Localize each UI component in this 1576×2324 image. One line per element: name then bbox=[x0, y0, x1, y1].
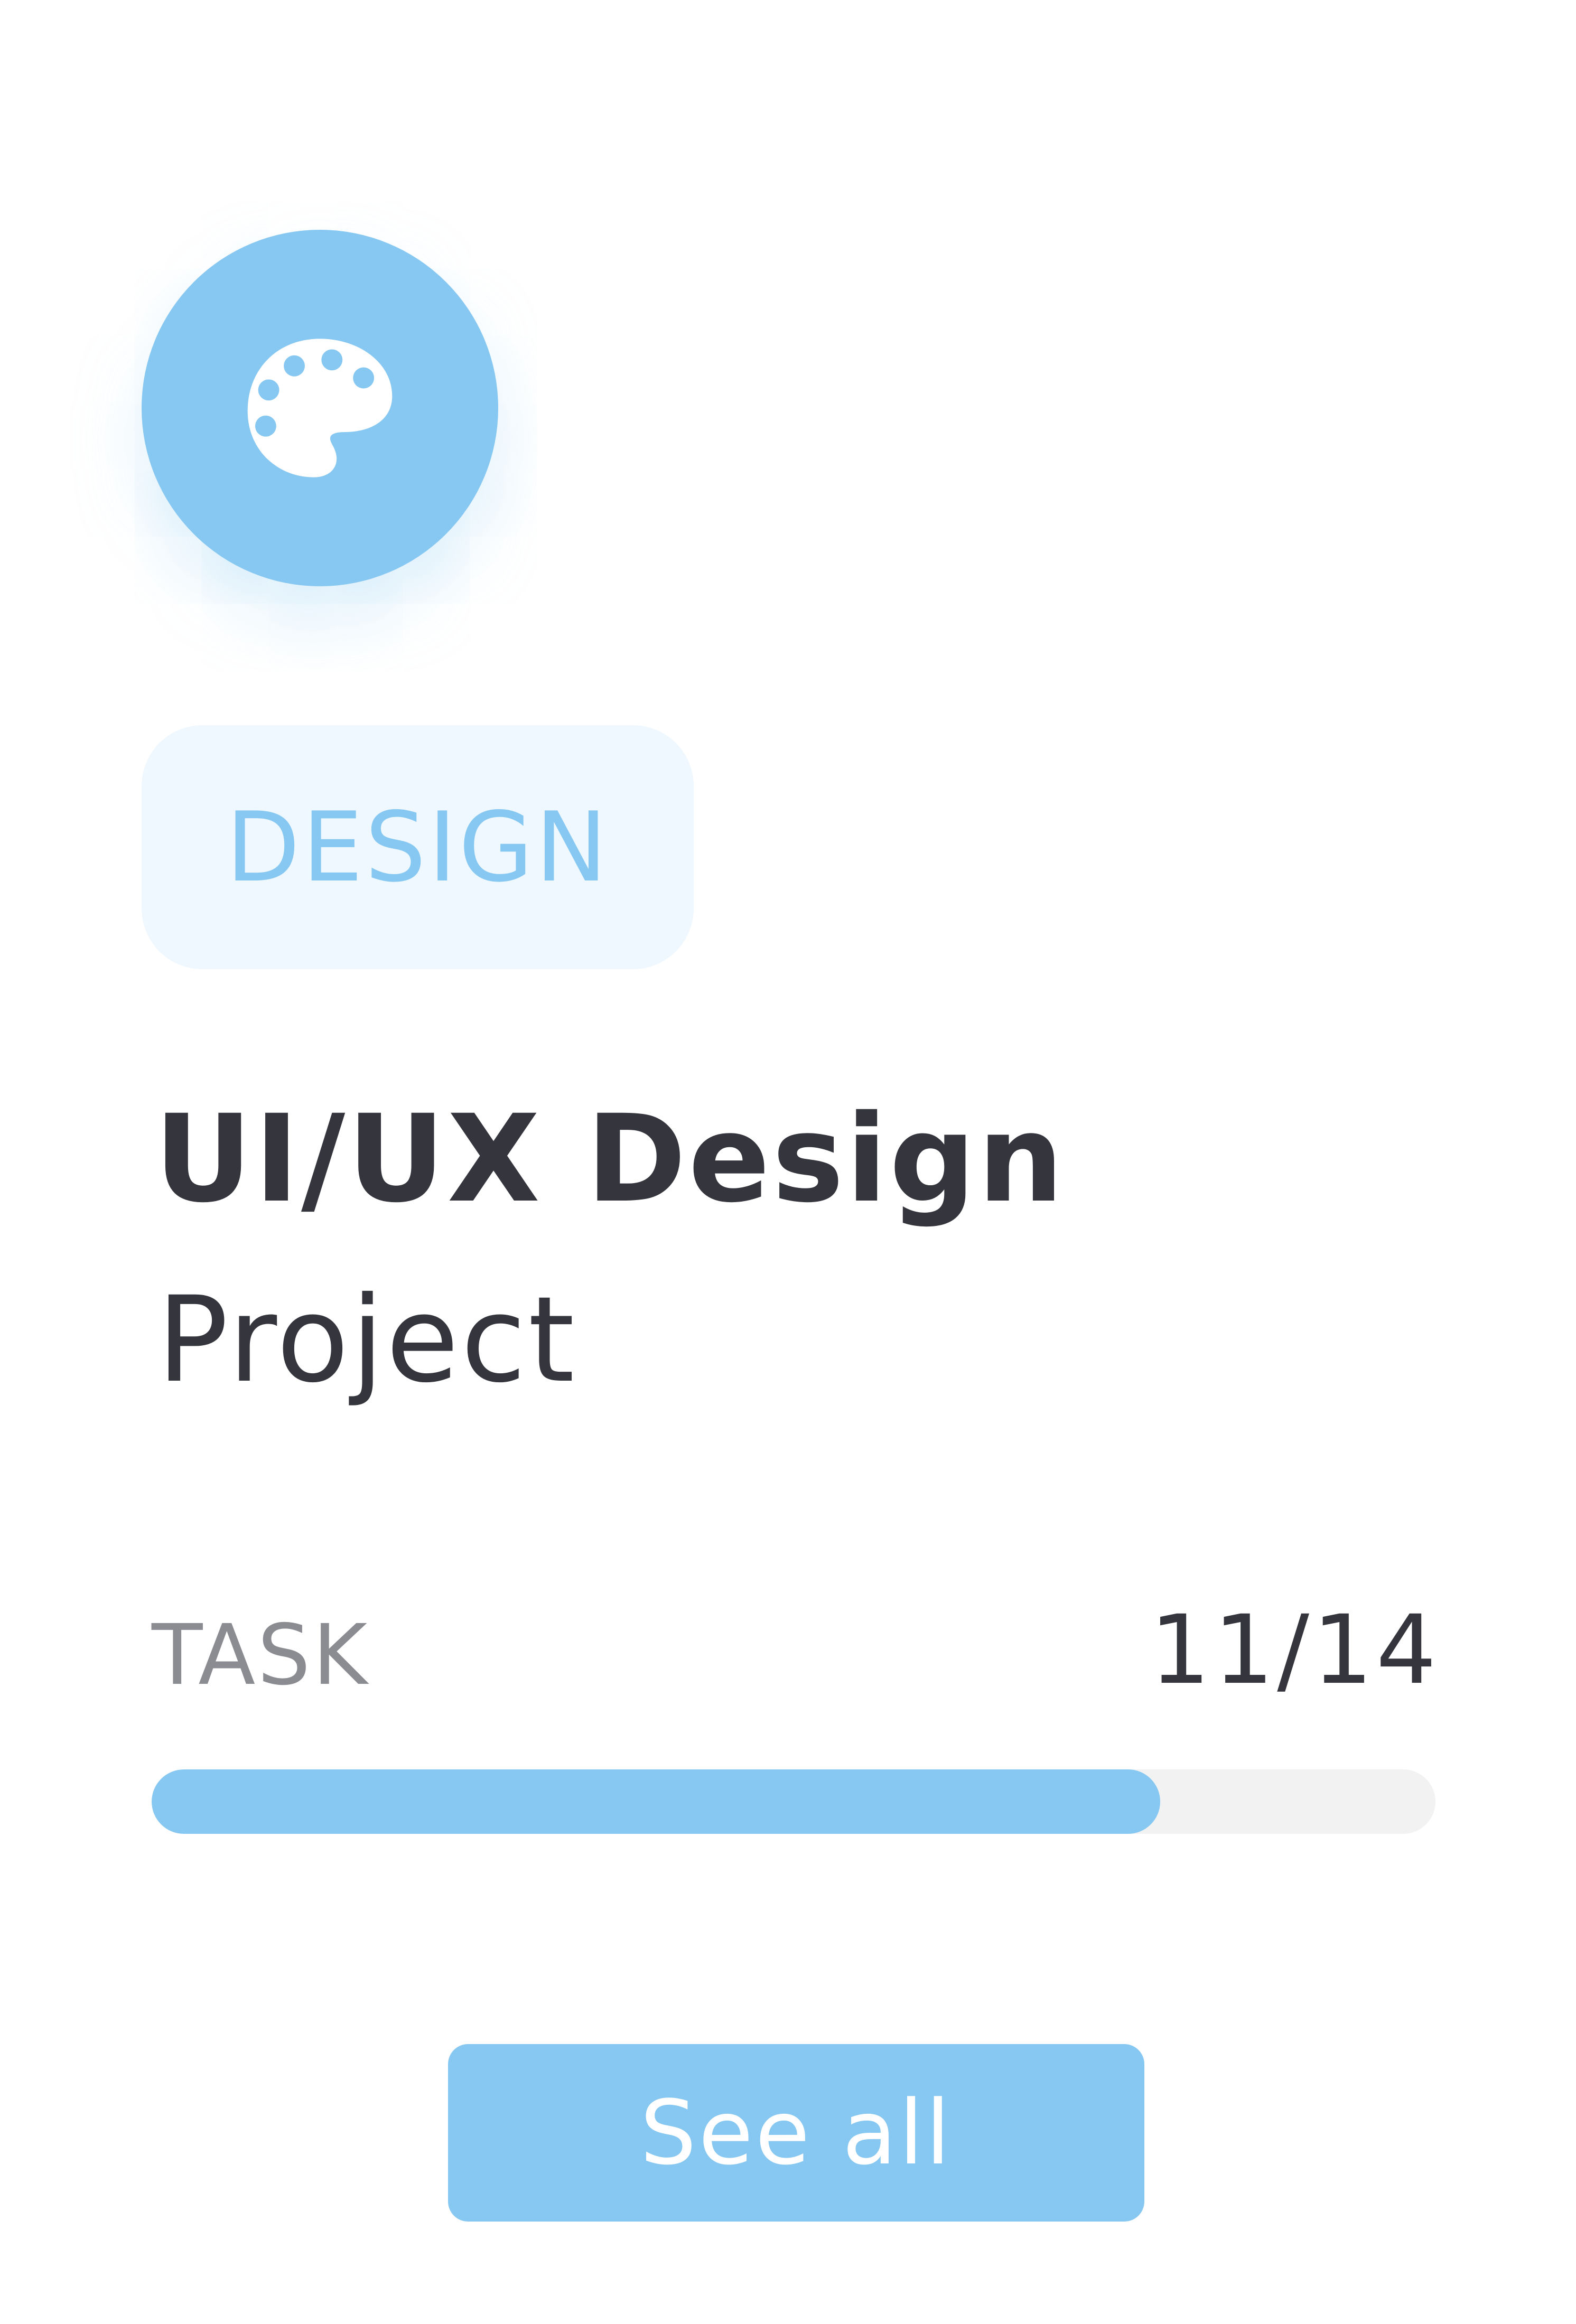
task-progress-fill bbox=[152, 1769, 1161, 1834]
see-all-button-label: See all bbox=[640, 2081, 953, 2185]
task-progress-bar bbox=[152, 1769, 1435, 1834]
project-title: UI/UX Design bbox=[154, 1089, 1066, 1229]
task-label: TASK bbox=[152, 1607, 370, 1704]
category-icon-badge bbox=[142, 230, 498, 586]
category-tag-label: DESIGN bbox=[226, 791, 610, 903]
project-card: DESIGN UI/UX Design Project TASK 11/14 S… bbox=[0, 0, 1576, 2324]
palette-icon bbox=[247, 339, 393, 477]
project-subtitle: Project bbox=[157, 1271, 577, 1409]
see-all-button[interactable]: See all bbox=[448, 2044, 1144, 2222]
category-tag: DESIGN bbox=[142, 725, 694, 969]
task-count: 11/14 bbox=[1150, 1595, 1440, 1705]
